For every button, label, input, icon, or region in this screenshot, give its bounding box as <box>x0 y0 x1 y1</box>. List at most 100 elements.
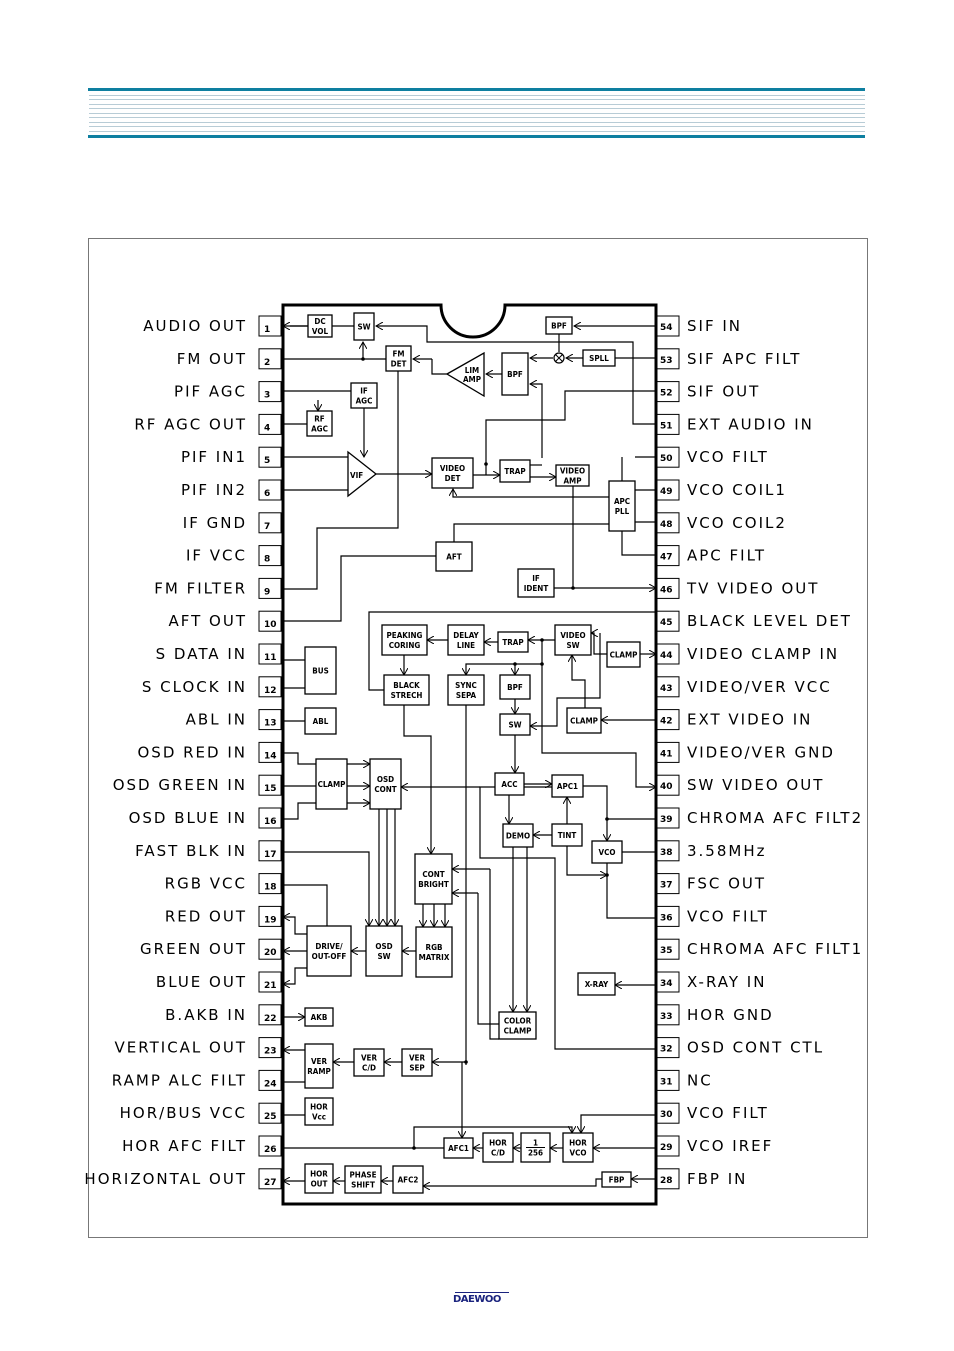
pin-label: VCO FILT <box>687 1104 769 1122</box>
junction-dot <box>540 662 544 666</box>
pin-label: S CLOCK IN <box>142 678 247 696</box>
left-pins: 1 AUDIO OUT 2 FM OUT 3 PIF AGC 4 RF AGC OUT 5 PIF… <box>84 315 282 1190</box>
block-label: DET <box>391 360 407 369</box>
pin-26: 26 HOR AFC FILT <box>122 1135 282 1157</box>
block-label: VER <box>361 1054 377 1063</box>
junction-dot <box>540 638 544 642</box>
pin-number: 17 <box>264 850 277 860</box>
block-label: SPLL <box>589 354 609 363</box>
junction-dot <box>412 1146 416 1150</box>
block-label: APC1 <box>557 782 578 791</box>
daewoo-logo: DAEWOO <box>453 1292 513 1308</box>
block-label: DELAY <box>453 631 479 640</box>
pin-label: APC FILT <box>687 547 766 565</box>
pin-2: 2 FM OUT <box>177 348 282 370</box>
pin-label: FSC OUT <box>687 875 766 893</box>
block-label: BPF <box>507 370 523 379</box>
pin-label: EXT AUDIO IN <box>687 415 814 433</box>
logo-rule <box>455 1292 509 1293</box>
pin-label: FM FILTER <box>154 579 247 597</box>
block-label: OUT-OFF <box>312 952 347 961</box>
pin-30: 30 VCO FILT <box>656 1102 769 1124</box>
block-label: STRECH <box>391 691 423 700</box>
block-label: TRAP <box>502 638 523 647</box>
pin-label: AFT OUT <box>168 612 247 630</box>
pin-label: IF GND <box>183 514 247 532</box>
block-label: IF <box>532 574 540 583</box>
block-label: VIF <box>350 471 363 480</box>
junction-dot <box>361 357 365 361</box>
pin-27: 27 HORIZONTAL OUT <box>84 1168 282 1190</box>
block-rgb-matrix: RGBMATRIX <box>415 926 453 978</box>
pin-45: 45 BLACK LEVEL DET <box>656 610 852 632</box>
block-phase-shift: PHASESHIFT <box>344 1165 382 1194</box>
block-ver-ramp: VERRAMP <box>304 1043 334 1089</box>
pin-number: 38 <box>660 848 673 858</box>
pin-9: 9 FM FILTER <box>154 577 282 599</box>
block-xray: X-RAY <box>577 972 616 996</box>
pin-53: 53 SIF APC FILT <box>656 348 799 370</box>
pin-number: 27 <box>264 1178 277 1188</box>
pin-number: 2 <box>264 358 270 368</box>
pin-43: 43 VIDEO/VER VCC <box>656 676 830 698</box>
pin-label: SIF IN <box>687 317 742 335</box>
pin-28: 28 FBP IN <box>656 1168 745 1190</box>
pin-label: SIF OUT <box>687 383 760 401</box>
pin-number: 39 <box>660 815 673 825</box>
junction-dot <box>464 1060 468 1064</box>
block-label: CORING <box>389 641 421 650</box>
pin-6: 6 PIF IN2 <box>181 479 282 501</box>
pin-label: PIF IN2 <box>181 481 247 499</box>
pin-48: 48 VCO COIL2 <box>656 512 785 534</box>
pin-number: 23 <box>264 1047 277 1057</box>
junction-dot <box>513 662 517 666</box>
block-label: SW <box>566 641 579 650</box>
pin-label: VIDEO/VER GND <box>687 743 835 761</box>
block-label: DEMO <box>506 832 530 841</box>
pin-number: 41 <box>660 749 673 759</box>
logo-text: DAEWOO <box>453 1294 501 1305</box>
pin-15: 15 OSD GREEN IN <box>113 774 282 796</box>
pin-number: 11 <box>264 653 277 663</box>
pin-number: 37 <box>660 881 673 891</box>
pin-label: OSD GREEN IN <box>113 776 247 794</box>
block-label: SW <box>508 721 521 730</box>
pin-19: 19 RED OUT <box>165 905 282 927</box>
block-video-amp: VIDEOAMP <box>555 464 590 487</box>
pin-39: 39 CHROMA AFC FILT2 <box>656 807 863 829</box>
block-hor-vco: HORVCO <box>562 1132 594 1163</box>
block-drive: DRIVE/OUT-OFF <box>306 925 352 977</box>
pin-number: 19 <box>264 915 277 925</box>
pin-13: 13 ABL IN <box>186 709 282 731</box>
block-label: MATRIX <box>419 953 450 962</box>
pin-label: BLACK LEVEL DET <box>687 612 852 630</box>
pin-40: 40 SW VIDEO OUT <box>656 774 824 796</box>
block-hor-cd: HORC/D <box>482 1132 514 1163</box>
block-label: PEAKING <box>387 631 423 640</box>
block-clamp-42: CLAMP <box>566 707 602 734</box>
block-bpf-chroma: BPF <box>499 674 531 700</box>
block-label: 256 <box>528 1149 543 1158</box>
block-label: CLAMP <box>504 1027 532 1036</box>
block-label: CLAMP <box>318 780 346 789</box>
block-diagram: 1 AUDIO OUT 2 FM OUT 3 PIF AGC 4 RF AGC OUT 5 PIF… <box>84 303 863 1206</box>
pin-1: 1 AUDIO OUT <box>143 315 282 337</box>
block-label: SEP <box>409 1064 424 1073</box>
pin-number: 54 <box>660 323 673 333</box>
pin-34: 34 X-RAY IN <box>656 971 764 993</box>
block-bpf-sif: BPF <box>545 316 573 335</box>
pin-label: B.AKB IN <box>165 1006 247 1024</box>
block-label: BPF <box>507 683 523 692</box>
block-tint: TINT <box>551 823 583 847</box>
block-label: SYNC <box>455 681 477 690</box>
block-aft: AFT <box>435 541 473 572</box>
pin-29: 29 VCO IREF <box>656 1135 771 1157</box>
pin-label: SW VIDEO OUT <box>687 776 824 794</box>
pin-label: CHROMA AFC FILT2 <box>687 809 863 827</box>
block-label: AGC <box>311 425 328 434</box>
block-dc-vol: DCVOL <box>307 314 333 338</box>
pin-36: 36 VCO FILT <box>656 905 767 927</box>
pin-35: 35 CHROMA AFC FILT1 <box>656 938 861 960</box>
block-acc: ACC <box>494 772 525 796</box>
pin-number: 3 <box>264 391 270 401</box>
